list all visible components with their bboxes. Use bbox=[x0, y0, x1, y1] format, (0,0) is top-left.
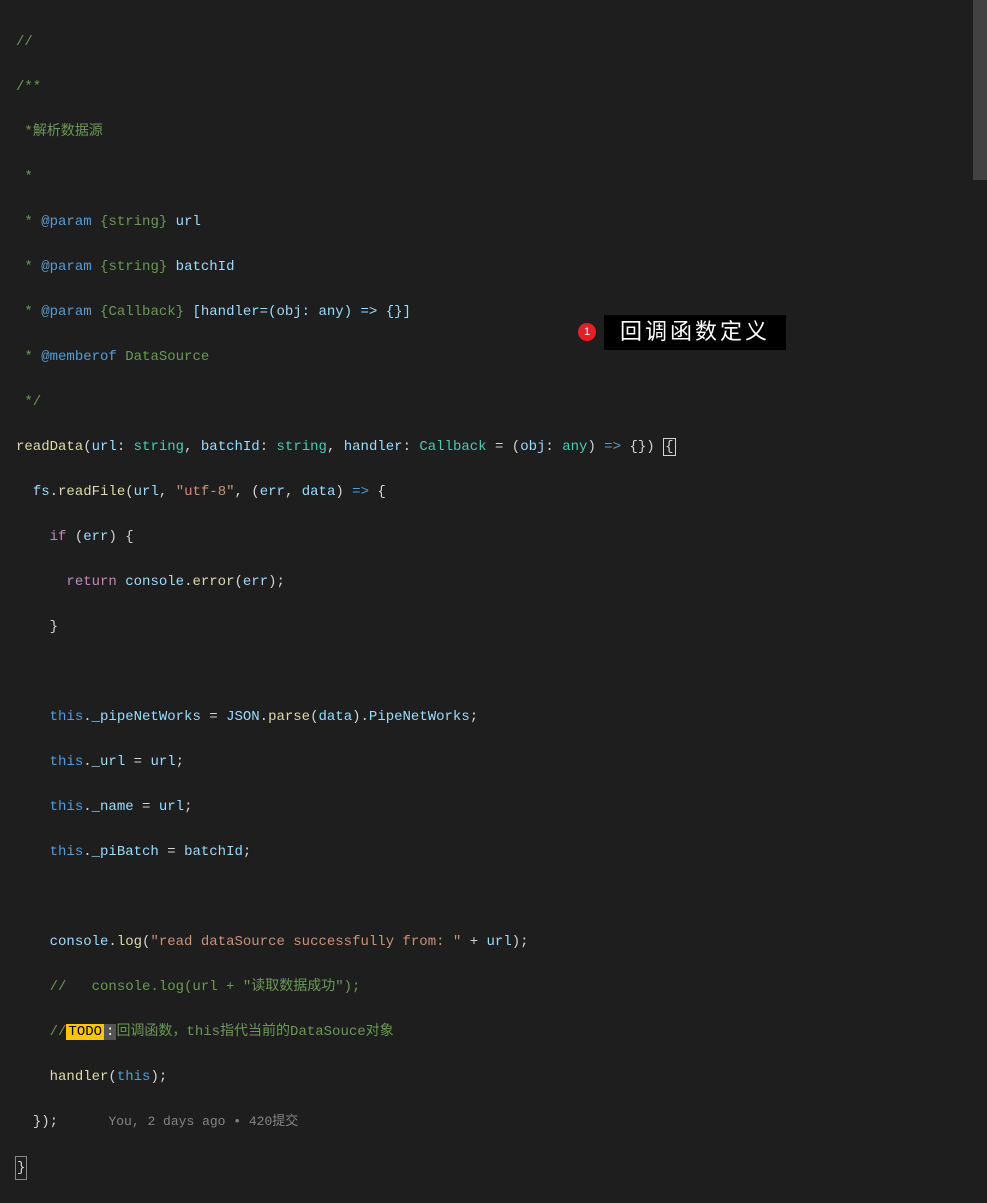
if-err: if (err) { bbox=[16, 526, 987, 549]
handler-call: handler(this); bbox=[16, 1066, 987, 1089]
git-blame-lens[interactable]: You, 2 days ago • 420提交 bbox=[108, 1114, 298, 1129]
annotation-badge: 1 bbox=[578, 323, 596, 341]
jsdoc-param-batchid: * @param {string} batchId bbox=[16, 256, 987, 279]
fs-readfile: fs.readFile(url, "utf-8", (err, data) =>… bbox=[16, 481, 987, 504]
commented-log: // console.log(url + "读取数据成功"); bbox=[16, 976, 987, 999]
console-log: console.log("read dataSource successfull… bbox=[16, 931, 987, 954]
assign-url: this._url = url; bbox=[16, 751, 987, 774]
annotation-overlay: 1 回调函数定义 bbox=[578, 315, 786, 350]
scrollbar-thumb[interactable] bbox=[973, 0, 987, 180]
close-function: } bbox=[16, 1156, 987, 1181]
jsdoc-memberof: * @memberof DataSource bbox=[16, 346, 987, 369]
assign-pipenetworks: this._pipeNetWorks = JSON.parse(data).Pi… bbox=[16, 706, 987, 729]
close-brace: } bbox=[16, 616, 987, 639]
todo-comment: //TODO:回调函数，this指代当前的DataSouce对象 bbox=[16, 1021, 987, 1044]
bracket-match: { bbox=[663, 438, 675, 456]
todo-highlight: TODO bbox=[66, 1024, 104, 1040]
blank-line bbox=[16, 661, 987, 684]
return-error: return console.error(err); bbox=[16, 571, 987, 594]
assign-pibatch: this._piBatch = batchId; bbox=[16, 841, 987, 864]
function-signature: readData(url: string, batchId: string, h… bbox=[16, 436, 987, 459]
jsdoc-open: /** bbox=[16, 79, 41, 95]
vertical-scrollbar[interactable] bbox=[973, 0, 987, 608]
jsdoc-close: */ bbox=[16, 394, 41, 410]
assign-name: this._name = url; bbox=[16, 796, 987, 819]
code-editor[interactable]: // /** *解析数据源 * * @param {string} url * … bbox=[0, 0, 987, 1203]
close-callback: }); You, 2 days ago • 420提交 bbox=[16, 1111, 987, 1134]
comment-line: // bbox=[16, 34, 33, 50]
jsdoc-param-url: * @param {string} url bbox=[16, 211, 987, 234]
jsdoc-desc: *解析数据源 bbox=[16, 124, 103, 140]
jsdoc-blank: * bbox=[16, 169, 33, 185]
annotation-text: 回调函数定义 bbox=[604, 315, 786, 350]
jsdoc-param-handler: * @param {Callback} [handler=(obj: any) … bbox=[16, 301, 987, 324]
blank-line bbox=[16, 886, 987, 909]
